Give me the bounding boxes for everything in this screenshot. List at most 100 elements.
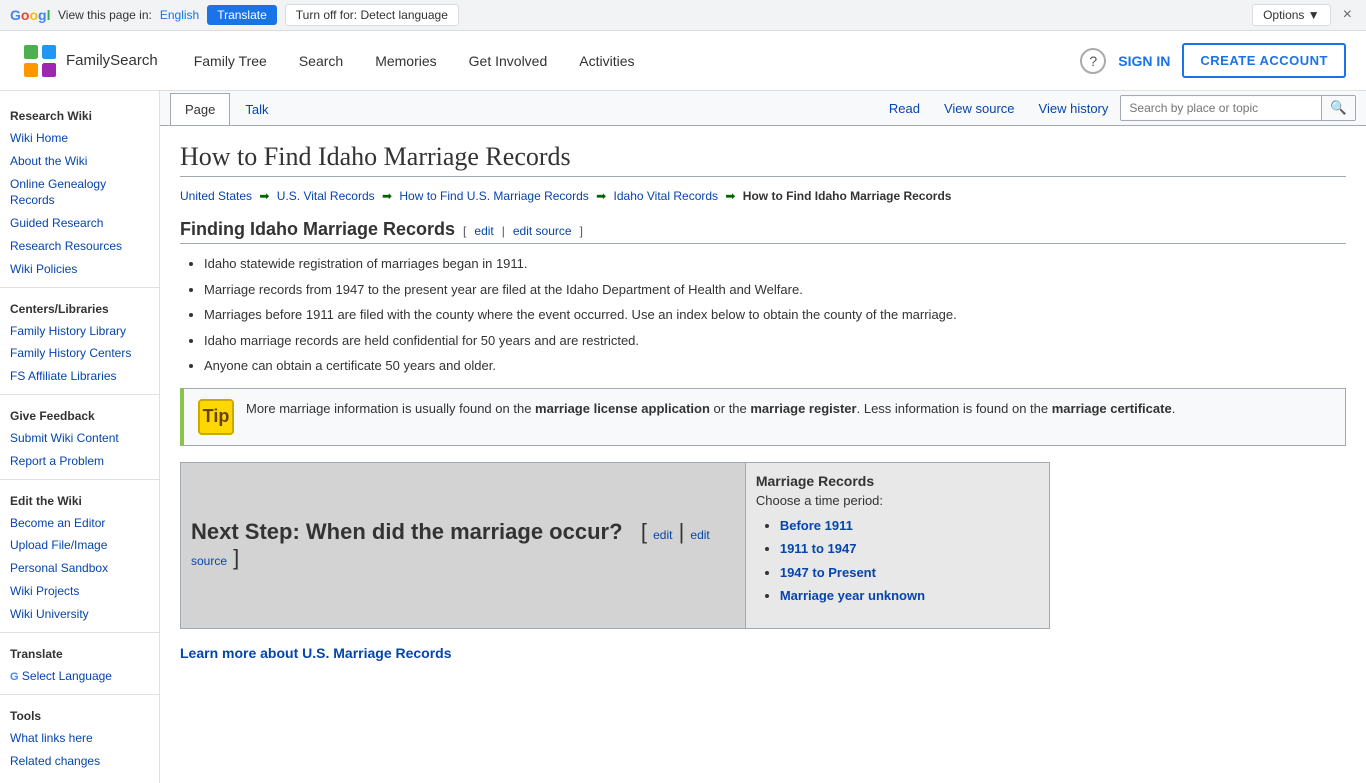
translate-bar: Google View this page in: English Transl… xyxy=(0,0,1366,31)
breadcrumb: United States ➡ U.S. Vital Records ➡ How… xyxy=(180,189,1346,203)
sidebar-item-upload-file[interactable]: Upload File/Image xyxy=(0,534,159,557)
list-item: Idaho marriage records are held confiden… xyxy=(204,331,1346,351)
tip-text: More marriage information is usually fou… xyxy=(246,399,1175,419)
list-item: 1911 to 1947 xyxy=(780,539,1039,559)
marriage-records-cell: Marriage Records Choose a time period: B… xyxy=(745,462,1049,628)
list-item: Marriage records from 1947 to the presen… xyxy=(204,280,1346,300)
sign-in-button[interactable]: SIGN IN xyxy=(1118,53,1170,69)
sidebar-item-guided-research[interactable]: Guided Research xyxy=(0,212,159,235)
sidebar-item-what-links-here[interactable]: What links here xyxy=(0,727,159,750)
breadcrumb-arrow-4: ➡ xyxy=(725,189,735,203)
google-g-icon: G xyxy=(10,671,19,683)
marriage-records-subtitle: Choose a time period: xyxy=(756,493,1039,508)
list-item: Marriages before 1911 are filed with the… xyxy=(204,305,1346,325)
help-icon[interactable]: ? xyxy=(1080,48,1106,74)
section-heading: Finding Idaho Marriage Records [ edit | … xyxy=(180,219,1346,244)
marriage-records-list: Before 1911 1911 to 1947 1947 to Present… xyxy=(756,516,1039,606)
sidebar-item-personal-sandbox[interactable]: Personal Sandbox xyxy=(0,557,159,580)
sidebar-section-centers: Centers/Libraries xyxy=(0,294,159,320)
sidebar-item-fs-affiliate[interactable]: FS Affiliate Libraries xyxy=(0,365,159,388)
marriage-link-before-1911[interactable]: Before 1911 xyxy=(780,518,853,533)
breadcrumb-us-vital-records[interactable]: U.S. Vital Records xyxy=(277,189,375,203)
sidebar-item-online-genealogy[interactable]: Online Genealogy Records xyxy=(0,173,159,213)
list-item: Idaho statewide registration of marriage… xyxy=(204,254,1346,274)
section-title: Finding Idaho Marriage Records xyxy=(180,219,455,240)
tab-talk[interactable]: Talk xyxy=(230,93,283,125)
sidebar-item-family-history-centers[interactable]: Family History Centers xyxy=(0,342,159,365)
list-item: Marriage year unknown xyxy=(780,586,1039,606)
wiki-actions: Read View source View history xyxy=(877,93,1121,124)
learn-more-link[interactable]: Learn more about U.S. Marriage Records xyxy=(180,645,452,661)
action-view-source[interactable]: View source xyxy=(932,93,1027,124)
nav-memories[interactable]: Memories xyxy=(359,31,452,91)
marriage-records-title: Marriage Records xyxy=(756,473,1039,489)
action-read[interactable]: Read xyxy=(877,93,932,124)
edit-source-link[interactable]: edit source xyxy=(513,224,572,238)
marriage-link-1947-present[interactable]: 1947 to Present xyxy=(780,565,876,580)
create-account-button[interactable]: CREATE ACCOUNT xyxy=(1182,43,1346,78)
action-view-history[interactable]: View history xyxy=(1027,93,1121,124)
nav-family-tree[interactable]: Family Tree xyxy=(178,31,283,91)
turn-off-button[interactable]: Turn off for: Detect language xyxy=(285,4,459,26)
sidebar-item-related-changes[interactable]: Related changes xyxy=(0,750,159,773)
breadcrumb-arrow-1: ➡ xyxy=(259,189,269,203)
breadcrumb-arrow-3: ➡ xyxy=(596,189,606,203)
article-title: How to Find Idaho Marriage Records xyxy=(180,142,1346,177)
sidebar-item-wiki-home[interactable]: Wiki Home xyxy=(0,127,159,150)
list-item: Anyone can obtain a certificate 50 years… xyxy=(204,356,1346,376)
main-content: Page Talk Read View source View history … xyxy=(160,91,1366,783)
options-button[interactable]: Options ▼ xyxy=(1252,4,1331,26)
sidebar-item-wiki-policies[interactable]: Wiki Policies xyxy=(0,258,159,281)
breadcrumb-current: How to Find Idaho Marriage Records xyxy=(743,189,952,203)
header-right: ? SIGN IN CREATE ACCOUNT xyxy=(1080,43,1346,78)
sidebar-item-report-problem[interactable]: Report a Problem xyxy=(0,450,159,473)
select-language-label: Select Language xyxy=(22,669,112,683)
sidebar-item-select-language[interactable]: G Select Language xyxy=(0,665,159,688)
list-item: Before 1911 xyxy=(780,516,1039,536)
logo-text: FamilySearch xyxy=(66,52,158,69)
breadcrumb-idaho-vital-records[interactable]: Idaho Vital Records xyxy=(614,189,719,203)
search-input[interactable] xyxy=(1121,97,1321,119)
next-step-edit-bracket: [ xyxy=(641,519,647,544)
svg-text:Google: Google xyxy=(10,7,50,23)
sidebar-section-translate: Translate xyxy=(0,639,159,665)
page-layout: Research Wiki Wiki Home About the Wiki O… xyxy=(0,91,1366,783)
next-step-cell: Next Step: When did the marriage occur? … xyxy=(181,462,746,628)
nav-search[interactable]: Search xyxy=(283,31,359,91)
translate-language-link[interactable]: English xyxy=(160,8,199,22)
sidebar-section-feedback: Give Feedback xyxy=(0,401,159,427)
sidebar-item-become-editor[interactable]: Become an Editor xyxy=(0,512,159,535)
breadcrumb-arrow-2: ➡ xyxy=(382,189,392,203)
close-button[interactable]: × xyxy=(1339,6,1356,24)
marriage-link-1911-1947[interactable]: 1911 to 1947 xyxy=(780,541,857,556)
site-header: FamilySearch Family Tree Search Memories… xyxy=(0,31,1366,91)
marriage-link-unknown[interactable]: Marriage year unknown xyxy=(780,588,925,603)
sidebar-item-submit-wiki[interactable]: Submit Wiki Content xyxy=(0,427,159,450)
step-table: Next Step: When did the marriage occur? … xyxy=(180,462,1050,629)
wiki-search: 🔍 xyxy=(1120,95,1356,121)
translate-button[interactable]: Translate xyxy=(207,5,277,25)
next-step-edit-link[interactable]: edit xyxy=(653,528,672,542)
nav-get-involved[interactable]: Get Involved xyxy=(453,31,564,91)
nav-activities[interactable]: Activities xyxy=(563,31,650,91)
list-item: 1947 to Present xyxy=(780,563,1039,583)
search-button[interactable]: 🔍 xyxy=(1321,96,1355,120)
sidebar-item-wiki-projects[interactable]: Wiki Projects xyxy=(0,580,159,603)
sidebar-item-family-history-library[interactable]: Family History Library xyxy=(0,320,159,343)
search-icon: 🔍 xyxy=(1330,100,1347,115)
sidebar-item-wiki-university[interactable]: Wiki University xyxy=(0,603,159,626)
translate-label: View this page in: xyxy=(58,8,152,22)
tip-icon: Tip xyxy=(198,399,234,435)
main-nav: Family Tree Search Memories Get Involved… xyxy=(178,31,1081,91)
tab-page[interactable]: Page xyxy=(170,93,230,125)
bullet-list: Idaho statewide registration of marriage… xyxy=(180,254,1346,376)
sidebar-section-research-wiki: Research Wiki xyxy=(0,101,159,127)
breadcrumb-united-states[interactable]: United States xyxy=(180,189,252,203)
sidebar: Research Wiki Wiki Home About the Wiki O… xyxy=(0,91,160,783)
sidebar-item-about-wiki[interactable]: About the Wiki xyxy=(0,150,159,173)
sidebar-item-research-resources[interactable]: Research Resources xyxy=(0,235,159,258)
google-logo: Google xyxy=(10,7,50,23)
breadcrumb-us-marriage-records[interactable]: How to Find U.S. Marriage Records xyxy=(399,189,588,203)
edit-link[interactable]: edit xyxy=(474,224,493,238)
site-logo[interactable]: FamilySearch xyxy=(20,41,158,81)
